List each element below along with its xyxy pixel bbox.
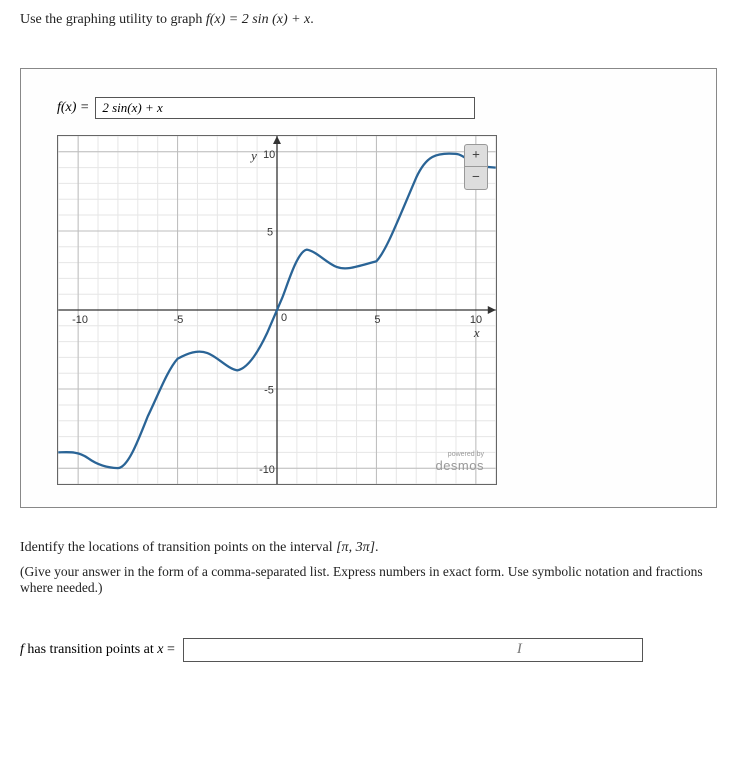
instr-fx: f(x) = 2 sin (x) + x	[206, 12, 310, 27]
cursor-indicator: I	[517, 641, 522, 658]
instruction-text: Use the graphing utility to graph f(x) =…	[20, 12, 717, 28]
tick-x-pos5: 5	[374, 314, 380, 326]
graph-canvas[interactable]: -10 -5 0 5 10 10 5 -5 -10 y x + − pow	[57, 135, 497, 485]
zoom-out-button[interactable]: −	[465, 167, 487, 189]
tick-x-neg5: -5	[174, 314, 184, 326]
function-input-row: f(x) =	[57, 97, 696, 119]
zoom-controls: + −	[464, 144, 488, 190]
zoom-in-button[interactable]: +	[465, 145, 487, 167]
q2-text-a: Identify the locations of transition poi…	[20, 540, 336, 555]
tick-y-pos10: 10	[263, 149, 275, 161]
instr-suffix: .	[310, 12, 314, 27]
answer-row: f has transition points at x = I	[20, 638, 717, 662]
instr-prefix: Use the graphing utility to graph	[20, 12, 206, 27]
tick-x-neg10: -10	[72, 314, 88, 326]
fx-label: f(x) =	[57, 100, 89, 116]
desmos-logo-text: desmos	[435, 458, 484, 473]
question-2: Identify the locations of transition poi…	[20, 540, 717, 596]
q2-line1: Identify the locations of transition poi…	[20, 540, 717, 556]
answer-label: f has transition points at x =	[20, 642, 175, 658]
powered-by-text: powered by	[435, 451, 484, 458]
axis-label-x: x	[473, 325, 480, 340]
answer-input[interactable]: I	[183, 638, 643, 662]
q2-text-b: .	[375, 540, 379, 555]
tick-y-pos5: 5	[267, 226, 273, 238]
q2-interval: [π, 3π]	[336, 540, 375, 555]
graph-svg: -10 -5 0 5 10 10 5 -5 -10 y x	[58, 136, 496, 484]
graph-widget-box: f(x) =	[20, 68, 717, 508]
tick-y-neg5: -5	[264, 385, 274, 397]
fx-input[interactable]	[95, 97, 475, 119]
tick-origin: 0	[281, 312, 287, 324]
q2-hint: (Give your answer in the form of a comma…	[20, 564, 717, 596]
tick-y-neg10: -10	[259, 464, 275, 476]
axis-label-y: y	[249, 148, 257, 163]
desmos-badge: powered by desmos	[435, 451, 484, 474]
